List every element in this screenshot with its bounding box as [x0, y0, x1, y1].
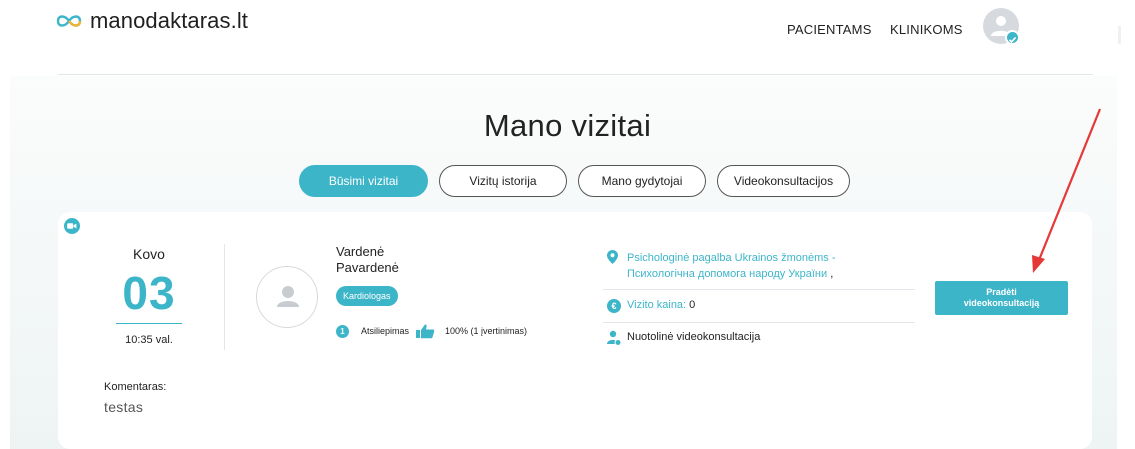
visit-card [58, 212, 1092, 449]
doctor-silhouette-icon [277, 286, 299, 307]
tab-upcoming-visits[interactable]: Būsimi vizitai [299, 165, 428, 197]
thumbs-up-icon [416, 324, 435, 339]
info-divider [603, 322, 915, 323]
comment-text: testas [104, 399, 144, 415]
visit-month: Kovo [133, 246, 165, 262]
price-value: 0 [689, 299, 696, 311]
specialty-badge: Kardiologas [336, 286, 398, 306]
doctor-last-name: Pavardenė [336, 260, 399, 275]
clinic-location[interactable]: Psichologinė pagalba Ukrainos žmonėms - … [627, 250, 907, 282]
date-divider [224, 244, 225, 350]
start-video-consultation-button[interactable]: Pradėti videokonsultaciją [935, 281, 1068, 315]
location-pin-icon [607, 250, 618, 264]
tab-visit-history[interactable]: Vizitų istorija [439, 165, 567, 197]
doctor-avatar [256, 266, 318, 328]
consultation-type: Nuotolinė videokonsultacija [627, 331, 761, 343]
review-label[interactable]: Atsiliepimas [361, 326, 409, 336]
nav-klinikoms[interactable]: KLINIKOMS [890, 22, 963, 37]
remote-consultation-icon [607, 330, 621, 346]
top-header: manodaktaras.lt PACIENTAMS KLINIKOMS [0, 0, 1135, 74]
clinic-name-ua: Психологічна допомога народу України [627, 268, 828, 280]
video-camera-icon [64, 218, 80, 234]
red-arrow-annotation [1032, 108, 1102, 273]
tab-my-doctors[interactable]: Mano gydytojai [578, 165, 706, 197]
visit-day: 03 [122, 267, 176, 319]
price-row: Vizito kaina: 0 [627, 299, 695, 311]
logo[interactable]: manodaktaras.lt [56, 8, 248, 34]
header-divider [58, 74, 1093, 75]
nav-pacientams[interactable]: PACIENTAMS [787, 22, 872, 37]
rating-row: 1 Atsiliepimas 100% (1 įvertinimas) [336, 323, 527, 339]
page-title: Mano vizitai [483, 108, 652, 143]
clinic-name-lt: Psichologinė pagalba Ukrainos žmonėms - [627, 252, 836, 264]
comment-label: Komentaras: [104, 381, 167, 393]
doctor-first-name: Vardenė [336, 244, 385, 259]
logo-text: manodaktaras.lt [90, 8, 249, 33]
logo-icon [56, 15, 82, 27]
visit-tabs: Būsimi vizitai Vizitų istorija Mano gydy… [299, 165, 850, 197]
location-comma: , [830, 268, 834, 280]
euro-icon: € [607, 299, 621, 313]
doctor-name[interactable]: Vardenė Pavardenė [336, 244, 456, 276]
scrollbar-stub [1118, 26, 1121, 44]
verified-check-icon [1005, 30, 1020, 45]
visit-time: 10:35 val. [125, 334, 173, 346]
tab-video-consultations[interactable]: Videokonsultacijos [717, 165, 850, 197]
rating-value: 100% (1 įvertinimas) [445, 326, 528, 336]
price-label: Vizito kaina: [627, 299, 687, 311]
date-underline [116, 323, 182, 324]
info-divider [603, 289, 915, 290]
review-count-badge: 1 [336, 324, 349, 338]
